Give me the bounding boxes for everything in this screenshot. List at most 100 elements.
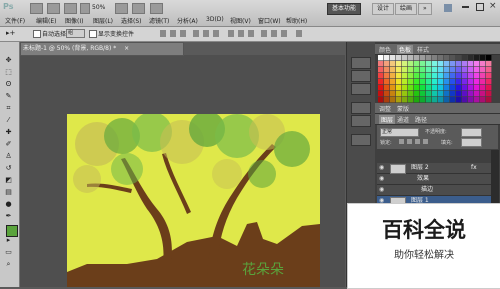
distribute-right-icon[interactable] [281, 30, 287, 37]
color-swatch[interactable] [456, 91, 462, 97]
color-swatch[interactable] [438, 85, 444, 91]
color-swatch[interactable] [486, 91, 492, 97]
minibridge-icon[interactable] [47, 3, 60, 14]
menu-file[interactable]: 文件(F) [5, 16, 25, 25]
color-swatch[interactable] [384, 85, 390, 91]
color-swatch[interactable] [444, 61, 450, 67]
color-swatch[interactable] [486, 73, 492, 79]
color-swatch[interactable] [474, 67, 480, 73]
align-top-icon[interactable] [160, 30, 166, 37]
color-swatch[interactable] [408, 61, 414, 67]
color-swatch[interactable] [408, 55, 414, 61]
color-swatch[interactable] [480, 79, 486, 85]
color-swatch[interactable] [444, 79, 450, 85]
color-swatch[interactable] [378, 91, 384, 97]
color-swatch[interactable] [462, 85, 468, 91]
dodge-tool-icon[interactable]: ● [3, 200, 14, 208]
dock-paragraph-icon[interactable] [351, 115, 371, 127]
color-swatch[interactable] [432, 73, 438, 79]
color-swatch[interactable] [462, 73, 468, 79]
color-swatch[interactable] [414, 73, 420, 79]
zoom-tool-icon[interactable]: ⌕ [3, 260, 14, 268]
color-swatch[interactable] [486, 85, 492, 91]
move-tool-preset-icon[interactable]: ▸+ [6, 29, 18, 38]
color-swatch[interactable] [438, 79, 444, 85]
distribute-left-icon[interactable] [261, 30, 267, 37]
color-swatch[interactable] [408, 67, 414, 73]
color-swatch[interactable] [378, 55, 384, 61]
color-swatch[interactable] [390, 97, 396, 103]
color-swatch[interactable] [408, 85, 414, 91]
color-swatch[interactable] [438, 91, 444, 97]
fill-input[interactable] [461, 138, 482, 147]
brush-tool-icon[interactable]: ✐ [3, 140, 14, 148]
auto-align-icon[interactable] [296, 30, 302, 37]
dock-properties-icon[interactable] [351, 70, 371, 82]
color-swatch[interactable] [462, 55, 468, 61]
color-swatch[interactable] [408, 91, 414, 97]
lock-transparency-icon[interactable] [399, 139, 404, 144]
color-swatch[interactable] [438, 61, 444, 67]
tab-adjustments[interactable]: 调整 [379, 104, 391, 113]
color-swatch[interactable] [396, 91, 402, 97]
color-swatch[interactable] [390, 73, 396, 79]
menu-analysis[interactable]: 分析(A) [177, 16, 198, 25]
color-swatch[interactable] [384, 97, 390, 103]
align-hcenter-icon[interactable] [203, 30, 209, 37]
menu-window[interactable]: 窗口(W) [258, 16, 281, 25]
color-swatch[interactable] [474, 91, 480, 97]
color-swatch[interactable] [408, 73, 414, 79]
color-swatch[interactable] [456, 79, 462, 85]
color-swatch[interactable] [408, 97, 414, 103]
color-swatch[interactable] [480, 55, 486, 61]
color-swatch[interactable] [450, 91, 456, 97]
color-swatch[interactable] [420, 85, 426, 91]
effects-eye-icon[interactable]: ◉ [379, 175, 385, 182]
color-swatch[interactable] [468, 91, 474, 97]
tab-styles[interactable]: 样式 [417, 45, 429, 54]
dock-navigator-icon[interactable] [351, 83, 371, 95]
color-swatch[interactable] [456, 67, 462, 73]
tab-channels[interactable]: 通道 [397, 115, 409, 124]
color-swatch[interactable] [480, 67, 486, 73]
gradient-tool-icon[interactable]: ▤ [3, 188, 14, 196]
color-swatch[interactable] [432, 55, 438, 61]
color-swatch[interactable] [456, 55, 462, 61]
eraser-tool-icon[interactable]: ◩ [3, 176, 14, 184]
opacity-input[interactable] [461, 128, 482, 137]
color-swatch[interactable] [444, 67, 450, 73]
color-swatch[interactable] [426, 61, 432, 67]
arrange-documents-icon[interactable] [150, 3, 163, 14]
workspace-design[interactable]: 设计 [372, 3, 395, 15]
color-swatch[interactable] [468, 85, 474, 91]
color-swatch[interactable] [414, 91, 420, 97]
visibility-eye-icon[interactable]: ◉ [379, 164, 385, 171]
menu-image[interactable]: 图像(I) [65, 16, 83, 25]
color-swatch[interactable] [384, 67, 390, 73]
align-vcenter-icon[interactable] [170, 30, 176, 37]
dock-brush-icon[interactable] [351, 134, 371, 146]
color-swatch[interactable] [462, 67, 468, 73]
lock-pixels-icon[interactable] [407, 139, 412, 144]
color-swatch[interactable] [414, 97, 420, 103]
distribute-bottom-icon[interactable] [248, 30, 254, 37]
crop-tool-icon[interactable]: ⌗ [3, 104, 14, 112]
color-swatch[interactable] [450, 61, 456, 67]
tab-layers[interactable]: 图层 [379, 115, 396, 124]
color-swatch[interactable] [450, 97, 456, 103]
swatch-grid[interactable] [378, 55, 492, 110]
tab-masks[interactable]: 蒙版 [397, 104, 409, 113]
color-swatch[interactable] [390, 91, 396, 97]
color-swatch[interactable] [450, 73, 456, 79]
minimize-icon[interactable] [462, 6, 469, 8]
zoom-tool-icon[interactable] [132, 3, 145, 14]
color-swatch[interactable] [396, 67, 402, 73]
color-swatch[interactable] [414, 85, 420, 91]
move-tool-icon[interactable]: ✥ [3, 56, 14, 64]
lock-position-icon[interactable] [415, 139, 420, 144]
color-swatch[interactable] [402, 91, 408, 97]
menu-3d[interactable]: 3D(D) [206, 16, 224, 23]
menu-select[interactable]: 选择(S) [121, 16, 142, 25]
workspace-essentials[interactable]: 基本功能 [327, 3, 362, 15]
healing-brush-icon[interactable]: ✚ [3, 128, 14, 136]
